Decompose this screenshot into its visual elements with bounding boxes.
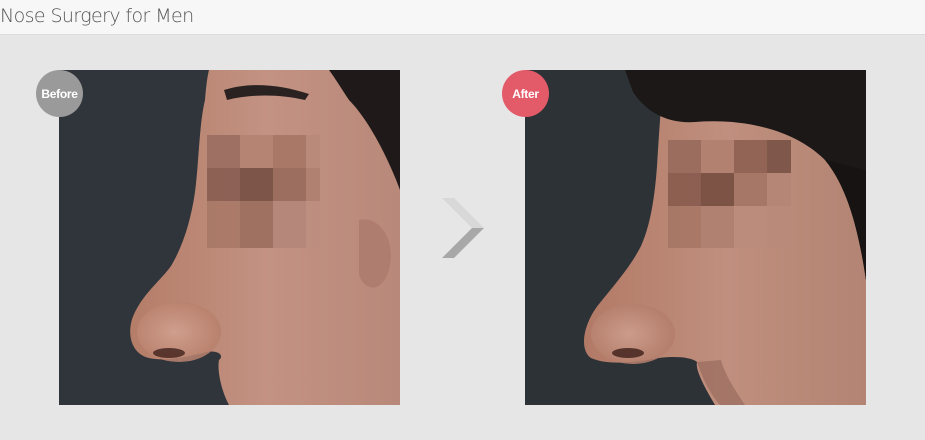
after-badge: After bbox=[502, 70, 549, 117]
mosaic-blur bbox=[207, 135, 320, 248]
before-photo bbox=[59, 70, 400, 405]
before-badge: Before bbox=[36, 70, 83, 117]
chevron-right-icon bbox=[440, 194, 486, 267]
after-photo bbox=[525, 70, 866, 405]
page-title: Nose Surgery for Men bbox=[0, 5, 194, 27]
header-bar: Nose Surgery for Men bbox=[0, 0, 925, 35]
mosaic-blur bbox=[668, 140, 791, 248]
